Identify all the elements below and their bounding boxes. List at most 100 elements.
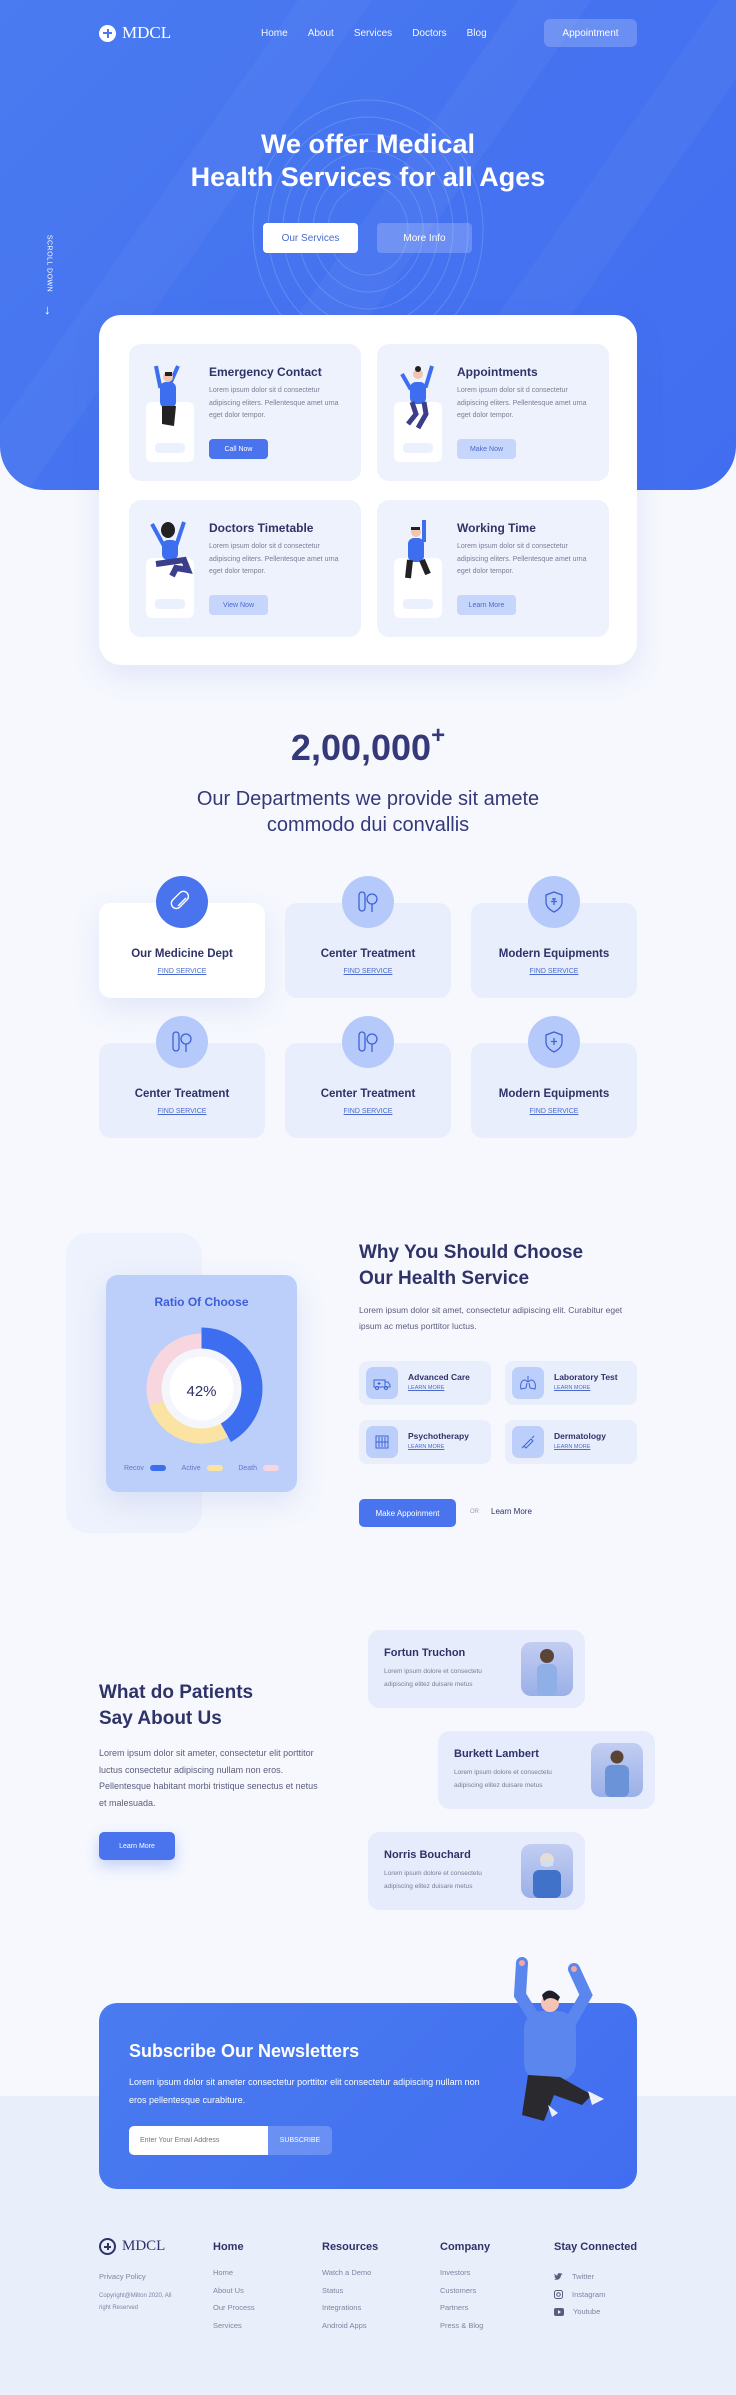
feature-card[interactable]: Laboratory Test LEARN MORE xyxy=(505,1361,637,1405)
service-card: Emergency Contact Lorem ipsum dolor sit … xyxy=(129,344,361,481)
nav-item-home[interactable]: Home xyxy=(261,28,288,39)
feature-card[interactable]: Dermatology LEARN MORE xyxy=(505,1420,637,1464)
learn-more-button[interactable]: Learn More xyxy=(457,595,516,615)
find-service-link[interactable]: FIND SERVICE xyxy=(285,968,451,975)
department-title: Modern Equipments xyxy=(498,1088,610,1100)
feature-title: Psychotherapy xyxy=(408,1431,469,1441)
department-card[interactable]: Center Treatment FIND SERVICE xyxy=(285,876,451,998)
footer-brand-name: MDCL xyxy=(122,2238,166,2254)
top-nav: MDCL Home About Services Doctors Blog Ap… xyxy=(99,18,637,48)
footer-link[interactable]: About Us xyxy=(213,2286,255,2304)
medical-plus-icon xyxy=(99,24,116,42)
department-title: Center Treatment xyxy=(320,948,416,960)
learn-more-button[interactable]: Learn More xyxy=(99,1832,175,1860)
jumping-person-illustration xyxy=(394,518,442,618)
brand-name: MDCL xyxy=(122,23,172,42)
service-card-title: Working Time xyxy=(457,521,536,535)
footer-column-social: Stay Connected Twitter Instagram Youtube xyxy=(554,2241,637,2321)
testimonial-name: Fortun Truchon xyxy=(384,1647,466,1659)
hero-title-line2: Health Services for all Ages xyxy=(190,162,546,192)
logo[interactable]: MDCL xyxy=(99,23,171,43)
footer-link[interactable]: Android Apps xyxy=(322,2321,378,2339)
department-card[interactable]: Center Treatment FIND SERVICE xyxy=(99,1016,265,1138)
service-card-text: Lorem ipsum dolor sit d consectetur adip… xyxy=(457,387,587,419)
shield-cross-icon xyxy=(528,1016,580,1068)
learn-more-link[interactable]: LEARN MORE xyxy=(408,1444,444,1450)
footer-link[interactable]: Integrations xyxy=(322,2303,378,2321)
arrow-down-icon: ↓ xyxy=(44,302,51,317)
learn-more-link[interactable]: LEARN MORE xyxy=(554,1444,590,1450)
department-card[interactable]: Modern Equipments FIND SERVICE xyxy=(471,1016,637,1138)
legend-item-active: Active xyxy=(182,1465,223,1472)
email-input[interactable] xyxy=(129,2126,268,2155)
scroll-down[interactable]: SCROLL DOWN ↓ xyxy=(40,235,60,318)
make-now-button[interactable]: Make Now xyxy=(457,439,516,459)
footer-link[interactable]: Status xyxy=(322,2286,378,2304)
footer-link[interactable]: Press & Blog xyxy=(440,2321,490,2339)
hero-title: We offer Medical Health Services for all… xyxy=(0,128,736,194)
footer-link[interactable]: Watch a Demo xyxy=(322,2268,378,2286)
footer-link[interactable]: Partners xyxy=(440,2303,490,2321)
more-info-button[interactable]: More Info xyxy=(377,223,472,253)
test-tube-icon xyxy=(342,1016,394,1068)
social-link-twitter[interactable]: Twitter xyxy=(554,2268,637,2286)
footer-link[interactable]: Home xyxy=(213,2268,255,2286)
testimonial-text: Lorem ipsum dolore et consectetu adipisc… xyxy=(384,1870,482,1890)
twitter-icon xyxy=(554,2272,563,2280)
find-service-link[interactable]: FIND SERVICE xyxy=(285,1108,451,1115)
feature-title: Laboratory Test xyxy=(554,1372,618,1382)
hero-buttons: Our Services More Info xyxy=(263,223,472,253)
find-service-link[interactable]: FIND SERVICE xyxy=(471,968,637,975)
our-services-button[interactable]: Our Services xyxy=(263,223,358,253)
footer-logo[interactable]: MDCL xyxy=(99,2238,165,2255)
learn-more-link[interactable]: LEARN MORE xyxy=(554,1385,590,1391)
service-card-title: Appointments xyxy=(457,365,538,379)
departments-heading-line2: commodo dui convallis xyxy=(266,814,470,836)
jumping-person-illustration xyxy=(513,1957,604,2121)
appointment-button[interactable]: Appointment xyxy=(544,19,637,47)
pill-icon xyxy=(156,876,208,928)
ratio-card: Ratio Of Choose 42% Recov Active Death xyxy=(106,1275,297,1492)
nav-item-doctors[interactable]: Doctors xyxy=(412,28,446,39)
find-service-link[interactable]: FIND SERVICE xyxy=(471,1108,637,1115)
medical-plus-icon xyxy=(99,2238,116,2255)
footer-link[interactable]: Customers xyxy=(440,2286,490,2304)
department-title: Center Treatment xyxy=(134,1088,230,1100)
nav-item-about[interactable]: About xyxy=(308,28,334,39)
feature-title: Dermatology xyxy=(554,1431,606,1441)
make-appointment-button[interactable]: Make Appoinment xyxy=(359,1499,456,1527)
scroll-down-label: SCROLL DOWN xyxy=(45,234,53,293)
department-title: Modern Equipments xyxy=(498,948,610,960)
social-link-instagram[interactable]: Instagram xyxy=(554,2286,637,2304)
syringe-icon xyxy=(512,1426,544,1458)
service-card: Doctors Timetable Lorem ipsum dolor sit … xyxy=(129,500,361,637)
nav-item-services[interactable]: Services xyxy=(354,28,392,39)
service-card-text: Lorem ipsum dolor sit d consectetur adip… xyxy=(457,543,587,575)
subscribe-button[interactable]: SUBSCRIBE xyxy=(268,2126,332,2155)
call-now-button[interactable]: Call Now xyxy=(209,439,268,459)
departments-heading-line1: Our Departments we provide sit amete xyxy=(196,788,540,810)
learn-more-link[interactable]: LEARN MORE xyxy=(408,1385,444,1391)
find-service-link[interactable]: FIND SERVICE xyxy=(99,1108,265,1115)
nav-item-blog[interactable]: Blog xyxy=(467,28,487,39)
newsletter-title: Subscribe Our Newsletters xyxy=(129,2041,360,2061)
view-now-button[interactable]: View Now xyxy=(209,595,268,615)
footer-link[interactable]: Services xyxy=(213,2321,255,2339)
testimonial-card: Fortun Truchon Lorem ipsum dolore et con… xyxy=(368,1630,585,1708)
testimonials-description: Lorem ipsum dolor sit ameter, consectetu… xyxy=(99,1748,318,1808)
find-service-link[interactable]: FIND SERVICE xyxy=(99,968,265,975)
test-tube-icon xyxy=(156,1016,208,1068)
footer-link[interactable]: Investors xyxy=(440,2268,490,2286)
avatar xyxy=(521,1642,573,1696)
services-panel: Emergency Contact Lorem ipsum dolor sit … xyxy=(99,315,637,665)
department-card[interactable]: Modern Equipments FIND SERVICE xyxy=(471,876,637,998)
department-card[interactable]: Center Treatment FIND SERVICE xyxy=(285,1016,451,1138)
feature-card[interactable]: Psychotherapy LEARN MORE xyxy=(359,1420,491,1464)
learn-more-link[interactable]: Learn More xyxy=(491,1507,532,1516)
shield-cross-icon xyxy=(528,876,580,928)
privacy-policy-link[interactable]: Privacy Policy xyxy=(99,2272,146,2281)
social-link-youtube[interactable]: Youtube xyxy=(554,2303,637,2321)
department-card[interactable]: Our Medicine Dept FIND SERVICE xyxy=(99,876,265,998)
feature-card[interactable]: Advanced Care LEARN MORE xyxy=(359,1361,491,1405)
footer-link[interactable]: Our Process xyxy=(213,2303,255,2321)
